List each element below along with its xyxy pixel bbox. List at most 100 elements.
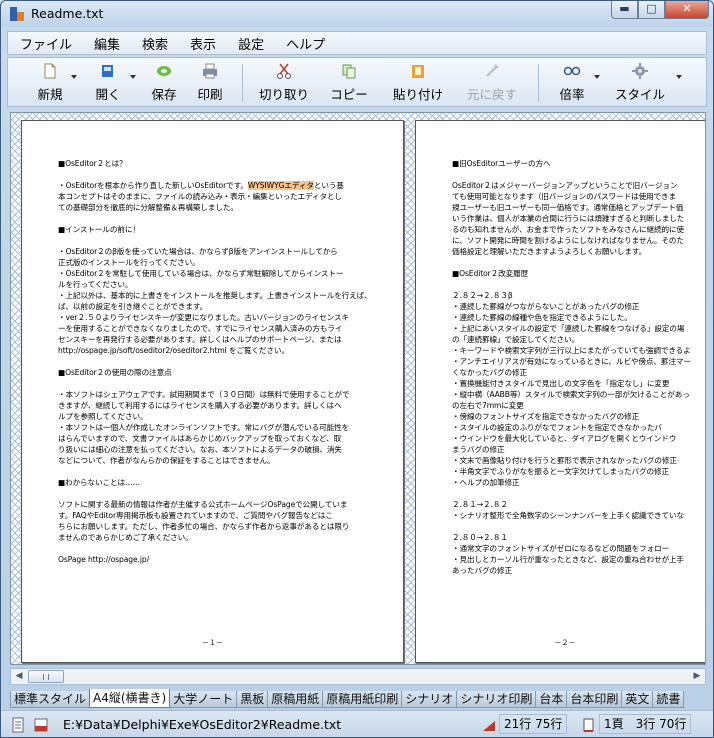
text-line[interactable]: ルを行ってください。: [58, 279, 388, 290]
text-line[interactable]: るのも知れませんが、お金まで作ったソフトをみなさんに継続的に使: [452, 224, 705, 235]
save-button[interactable]: 保存: [144, 62, 184, 104]
open-button[interactable]: 開く: [88, 62, 128, 104]
text-line[interactable]: などについて、作者がなんらかの保証をすることはできません。: [58, 455, 388, 466]
tab-A4縦(横書き)[interactable]: A4縦(横書き): [89, 689, 171, 708]
tab-原稿用紙[interactable]: 原稿用紙: [267, 691, 324, 708]
tab-大学ノート[interactable]: 大学ノート: [169, 691, 238, 708]
text-line[interactable]: センスキーを再発行する必要があります。詳しくはヘルプのサポートページ、または: [58, 334, 388, 345]
text-line[interactable]: 正式版のインストールを行ってください。: [58, 257, 388, 268]
menu-view[interactable]: 表示: [179, 34, 227, 53]
text-line[interactable]: ■OsEditor２とは？: [58, 158, 388, 169]
text-line[interactable]: ・キーワードや検索文字列が三行以上にまたがっていても強調できるよ: [452, 345, 705, 356]
text-line[interactable]: ・文末で画像貼り付けを行うと罫形で表示されなかったバグの修正: [452, 455, 705, 466]
menu-edit[interactable]: 編集: [83, 34, 131, 53]
text-line[interactable]: ■OsEditor２の使用の際の注意点: [58, 367, 388, 378]
tab-黒板[interactable]: 黒板: [236, 691, 269, 708]
text-line[interactable]: きますが、継続して利用するにはライセンスを購入する必要があります。詳しくはヘ: [58, 400, 388, 411]
text-line[interactable]: ・通常文字のフォントサイズがゼロになるなどの問題をフォロー: [452, 543, 705, 554]
text-line[interactable]: ■OsEditor２改変履歴: [452, 268, 705, 279]
text-line[interactable]: ソフトに関する最新の情報は作者が主催する公式ホームページOsPageで公開してい…: [58, 499, 388, 510]
text-line[interactable]: ２.８１→２.８２: [452, 499, 705, 510]
text-line[interactable]: ても使用可能となります（旧バージョンのパスワードは使用できま: [452, 191, 705, 202]
menu-help[interactable]: ヘルプ: [275, 34, 336, 53]
scroll-right-icon[interactable]: ▶: [689, 669, 705, 684]
tab-読書[interactable]: 読書: [652, 691, 685, 708]
text-line[interactable]: ２.８０→２.８１: [452, 532, 705, 543]
text-line[interactable]: くなかったバグの修正: [452, 367, 705, 378]
text-line[interactable]: ・傍線のフォントサイズを指定できなかったバグの修正: [452, 411, 705, 422]
text-line[interactable]: [58, 169, 388, 180]
text-line[interactable]: 規ユーザーも旧ユーザーも同一価格です。通常価格とアップデート価: [452, 202, 705, 213]
tab-英文[interactable]: 英文: [621, 691, 654, 708]
highlighted-text[interactable]: WYSIWYGエディタ: [247, 181, 314, 190]
text-line[interactable]: ーを使用することができなくなりましたので、すでにライセンス購入済みの方もライ: [58, 323, 388, 334]
menu-settings[interactable]: 設定: [227, 34, 275, 53]
text-line[interactable]: [452, 257, 705, 268]
text-line[interactable]: ・見出しとカーソル行が重なったときなど、設定の重ね合わせが上手: [452, 554, 705, 565]
text-line[interactable]: [58, 356, 388, 367]
text-line[interactable]: ば、以前の設定を引き継ぐことができます。: [58, 301, 388, 312]
text-line[interactable]: ・ver２.５０よりライセンスキーが変更になりました。古いバージョンのライセンス…: [58, 312, 388, 323]
text-line[interactable]: ・シナリオ整形で全角数字のシーンナンバーを上手く認識できていな: [452, 510, 705, 521]
text-line[interactable]: ■旧OsEditorユーザーの方へ: [452, 158, 705, 169]
text-line[interactable]: はらんでいますので、文書ファイルはあらかじめバックアップを取っておくなど、取: [58, 433, 388, 444]
text-line[interactable]: ・OsEditor２を常駐して使用している場合は、かならず常駐解除してからインス…: [58, 268, 388, 279]
text-line[interactable]: いう作業は、個人が本業の合間に行うには煩雑すぎると判断しました: [452, 213, 705, 224]
style-button[interactable]: スタイル: [614, 62, 666, 104]
text-line[interactable]: り扱いには細心の注意を払ってください。なお、本ソフトによるデータの破損、消失: [58, 444, 388, 455]
tab-原稿用紙印刷[interactable]: 原稿用紙印刷: [322, 691, 403, 708]
text-line[interactable]: [452, 488, 705, 499]
text-line[interactable]: ・上記以外は、基本的に上書きをインストールを推奨します。上書きインストールを行え…: [58, 290, 388, 301]
close-button[interactable]: ✕: [665, 1, 709, 19]
copy-button[interactable]: コピー: [324, 62, 374, 104]
text-line[interactable]: ・ヘルプの加筆修正: [452, 477, 705, 488]
paste-button[interactable]: 貼り付け: [390, 62, 446, 104]
scroll-left-icon[interactable]: ◀: [11, 669, 27, 684]
menu-file[interactable]: ファイル: [8, 34, 83, 53]
text-line[interactable]: [58, 466, 388, 477]
text-line[interactable]: の「連続罫線」で設定してください。: [452, 334, 705, 345]
text-line[interactable]: [452, 521, 705, 532]
text-line[interactable]: ・置換機能付きスタイルで見出しの文字色を「指定なし」に変更: [452, 378, 705, 389]
text-line[interactable]: ・OsEditor２のβ版を使っていた場合は、かならずβ版をアンインストールして…: [58, 246, 388, 257]
zoom-button[interactable]: 倍率: [552, 62, 592, 104]
page-1-text[interactable]: ■OsEditor２とは？ ・OsEditorを根本から作り直した新しいOsEdi…: [58, 158, 388, 565]
text-line[interactable]: http://ospage.jp/soft/oseditor2/oseditor…: [58, 345, 388, 356]
cut-button[interactable]: 切り取り: [256, 62, 312, 104]
text-line[interactable]: 価格設定と理解いただきますようよろしくお願いします。: [452, 246, 705, 257]
text-line[interactable]: ２.８２→２.８３β: [452, 290, 705, 301]
text-line[interactable]: す。FAQやEditor専用掲示板も設置されていますので、ご質問やバグ報告などは…: [58, 510, 388, 521]
zoom-dropdown-arrow-icon[interactable]: [594, 75, 600, 79]
text-line[interactable]: ての基礎部分を徹底的に分解整備＆再構築しました。: [58, 202, 388, 213]
page-2[interactable]: ■旧OsEditorユーザーの方へ OsEditor２はメジャーバージョンアップと…: [415, 120, 705, 663]
style-dropdown-arrow-icon[interactable]: [676, 75, 682, 79]
page-2-text[interactable]: ■旧OsEditorユーザーの方へ OsEditor２はメジャーバージョンアップと…: [452, 158, 705, 576]
text-line[interactable]: ■わからないことは……: [58, 477, 388, 488]
text-line[interactable]: ・本ソフトは一個人が作成したオンラインソフトです。常にバグが潜んでいる可能性を: [58, 422, 388, 433]
minimize-button[interactable]: ▬: [611, 1, 638, 19]
menu-search[interactable]: 検索: [131, 34, 179, 53]
new-dropdown-arrow-icon[interactable]: [71, 75, 77, 79]
scrollbar-thumb[interactable]: [28, 670, 64, 683]
text-line[interactable]: ・上記にあいスタイルの設定で「連続した罫線をつなげる」設定の場: [452, 323, 705, 334]
text-line[interactable]: まうバグの修正: [452, 444, 705, 455]
text-line[interactable]: OsEditor２はメジャーバージョンアップということで旧バージョン: [452, 180, 705, 191]
text-line[interactable]: ・ウインドウを最大化していると、ダイアログを開くとウインドウ: [452, 433, 705, 444]
tab-台本[interactable]: 台本: [535, 691, 568, 708]
text-line[interactable]: ■インストールの前に！: [58, 224, 388, 235]
new-button[interactable]: 新規: [30, 62, 70, 104]
text-line[interactable]: ・OsEditorを根本から作り直した新しいOsEditorです。WYSIWYG…: [58, 180, 388, 191]
tab-標準スタイル[interactable]: 標準スタイル: [10, 691, 91, 708]
text-line[interactable]: ・本ソフトはシェアウェアです。試用期間まで（３０日間）は無料で使用することがで: [58, 389, 388, 400]
tab-シナリオ印刷[interactable]: シナリオ印刷: [456, 691, 537, 708]
text-line[interactable]: [58, 543, 388, 554]
document-area[interactable]: ■OsEditor２とは？ ・OsEditorを根本から作り直した新しいOsEdi…: [10, 112, 706, 665]
text-line[interactable]: に、ソフト開発に時間を割けるようにしなければなりません。そのた: [452, 235, 705, 246]
text-line[interactable]: ・連続した罫線がつながらないことがあったバグの修正: [452, 301, 705, 312]
page-1[interactable]: ■OsEditor２とは？ ・OsEditorを根本から作り直した新しいOsEdi…: [21, 120, 404, 663]
tab-台本印刷[interactable]: 台本印刷: [566, 691, 623, 708]
text-line[interactable]: ちらにお願いします。ただし、作者多忙の場合、かならず作者から返事があるとは限り: [58, 521, 388, 532]
text-line[interactable]: の左右で7mmに変更: [452, 400, 705, 411]
text-line[interactable]: ・縦中横（ΑΑΒΒ等）スタイルで検索文字列の一部が欠けることがあっ: [452, 389, 705, 400]
text-line[interactable]: ・アンチエイリアスが有効になっているときに、ルビや傍点、罫注マー: [452, 356, 705, 367]
